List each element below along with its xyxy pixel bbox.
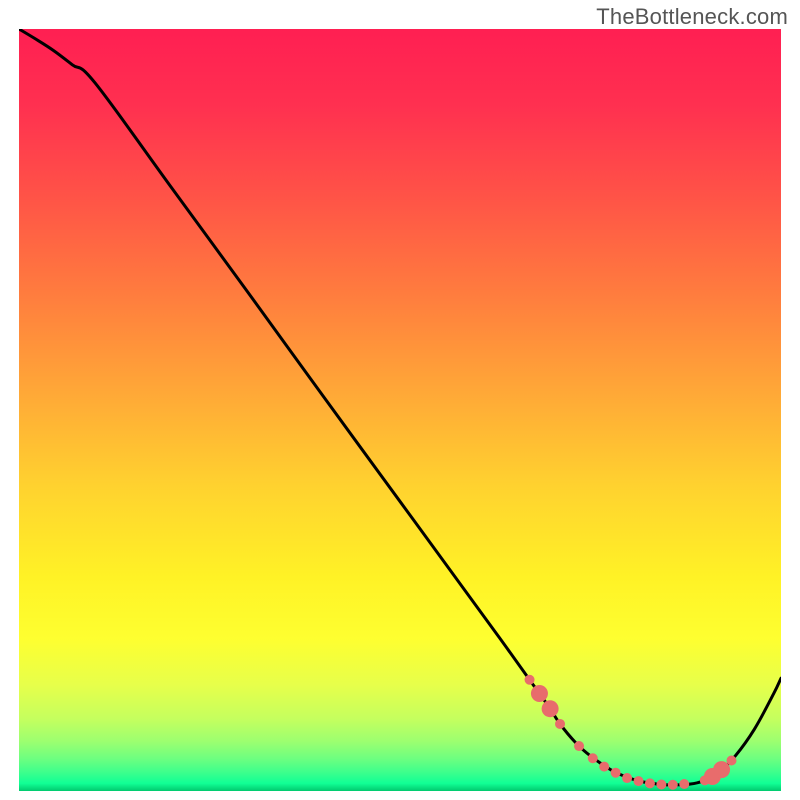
marker-dot (531, 685, 548, 702)
marker-dot (611, 768, 621, 778)
marker-dot (555, 719, 565, 729)
marker-dot (726, 756, 736, 766)
marker-dot (525, 675, 535, 685)
bottleneck-curve-svg (19, 29, 781, 791)
marker-dot (668, 780, 678, 790)
marker-dot (622, 773, 632, 783)
marker-dot (679, 779, 689, 789)
marker-dot (634, 776, 644, 786)
plot-area (19, 29, 781, 791)
marker-dot (645, 778, 655, 788)
watermark-text: TheBottleneck.com (596, 4, 788, 30)
marker-dot (574, 741, 584, 751)
marker-dot (656, 780, 666, 790)
marker-dot (599, 762, 609, 772)
marker-dot (588, 753, 598, 763)
marker-dot (542, 700, 559, 717)
bottleneck-curve (19, 29, 781, 785)
chart-container: TheBottleneck.com (0, 0, 800, 800)
marker-dot (713, 761, 730, 778)
bottleneck-zone-dots (525, 675, 737, 790)
